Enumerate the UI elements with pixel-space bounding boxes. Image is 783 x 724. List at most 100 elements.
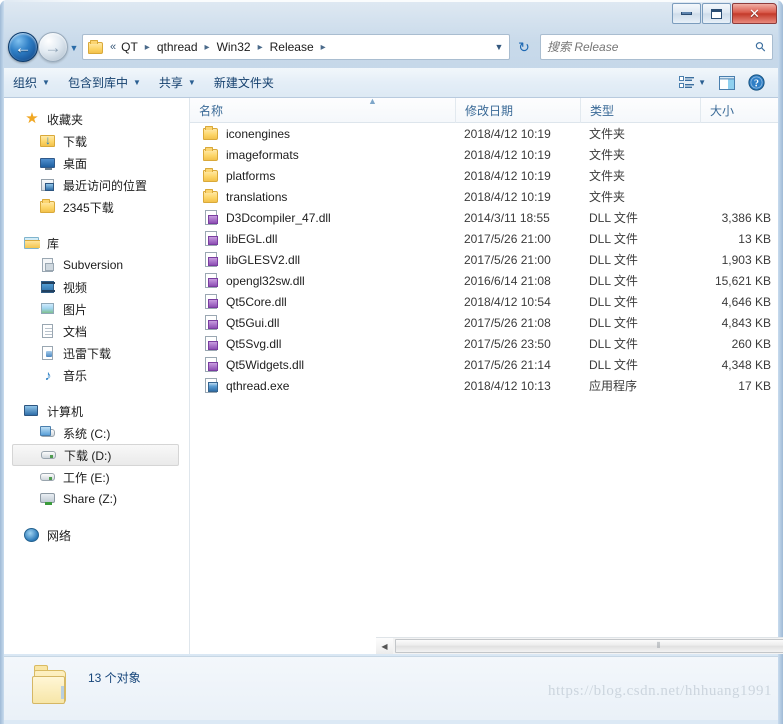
table-row[interactable]: libGLESV2.dll 2017/5/26 21:00 DLL 文件 1,903 … (190, 249, 778, 270)
scroll-left-button[interactable]: ◀ (376, 638, 393, 654)
forward-button[interactable]: → (38, 32, 68, 62)
navigation-pane[interactable]: ★ 收藏夹 下载 桌面 最近访问的位置 2345下载 (4, 98, 189, 654)
sidebar-item-pictures[interactable]: 图片 (4, 298, 189, 320)
recent-pages-dropdown[interactable]: ▼ (68, 42, 80, 54)
breadcrumb-win32[interactable]: Win32 (214, 38, 254, 56)
chevron-down-icon: ▼ (698, 78, 706, 87)
breadcrumb-qthread[interactable]: qthread (154, 38, 201, 56)
dll-file-icon (203, 251, 219, 268)
table-row[interactable]: Qt5Core.dll 2018/4/12 10:54 DLL 文件 4,646 KB (190, 291, 778, 312)
cell-size: 15,621 KB (714, 273, 771, 288)
sidebar-item-drive-c[interactable]: 系统 (C:) (4, 422, 189, 444)
sidebar-label: 收藏夹 (47, 112, 84, 127)
scrollbar-track[interactable]: ⫴ (393, 638, 783, 654)
table-row[interactable]: Qt5Svg.dll 2017/5/26 23:50 DLL 文件 260 KB (190, 333, 778, 354)
sidebar-item-network[interactable]: 网络 (4, 524, 189, 546)
sidebar-group-computer: 计算机 系统 (C:) 下载 (D:) 工作 (E:) Share (Z:) (4, 400, 189, 510)
chevron-right-icon[interactable]: ▸ (317, 42, 330, 53)
cell-name: Qt5Widgets.dll (190, 356, 455, 373)
search-input[interactable] (547, 40, 747, 54)
title-bar[interactable]: ✕ (0, 0, 783, 28)
organize-button[interactable]: 组织 ▼ (4, 70, 59, 95)
minimize-button[interactable] (672, 3, 701, 24)
sidebar-item-documents[interactable]: 文档 (4, 320, 189, 342)
dll-file-icon (203, 230, 219, 247)
cell-name: opengl32sw.dll (190, 272, 455, 289)
sidebar-label: 网络 (47, 528, 72, 543)
sidebar-item-desktop[interactable]: 桌面 (4, 152, 189, 174)
sidebar-item-recent-places[interactable]: 最近访问的位置 (4, 174, 189, 196)
file-name-label: libGLESV2.dll (226, 252, 301, 267)
cell-type: DLL 文件 (589, 274, 638, 288)
column-header-type[interactable]: 类型 (580, 97, 700, 123)
address-bar[interactable]: « QT ▸ qthread ▸ Win32 ▸ Release ▸ ▼ (82, 34, 510, 60)
breadcrumb-qt[interactable]: QT (118, 38, 141, 56)
address-history-dropdown-icon[interactable]: ▼ (491, 42, 507, 52)
horizontal-scrollbar[interactable]: ◀ ⫴ ▶ (376, 637, 783, 654)
include-in-library-button[interactable]: 包含到库中 ▼ (59, 70, 150, 95)
column-header-size[interactable]: 大小 (700, 97, 778, 123)
folder-icon (203, 167, 219, 184)
cell-type: 文件夹 (589, 127, 626, 141)
search-icon[interactable]: ⚲ (752, 38, 770, 56)
sidebar-group-favorites: ★ 收藏夹 下载 桌面 最近访问的位置 2345下载 (4, 108, 189, 218)
chevron-down-icon: ▼ (132, 78, 141, 87)
sidebar-label: 图片 (63, 302, 88, 317)
preview-pane-icon (719, 75, 735, 90)
file-name-label: D3Dcompiler_47.dll (226, 210, 331, 225)
maximize-icon (711, 8, 722, 19)
sidebar-item-videos[interactable]: 视频 (4, 276, 189, 298)
back-button[interactable]: ← (8, 32, 38, 62)
address-overflow-icon[interactable]: « (108, 41, 118, 53)
sidebar-item-2345download[interactable]: 2345下载 (4, 196, 189, 218)
file-name-label: Qt5Core.dll (226, 294, 287, 309)
table-row[interactable]: imageformats 2018/4/12 10:19 文件夹 (190, 144, 778, 165)
chevron-right-icon[interactable]: ▸ (141, 42, 154, 53)
file-list-pane[interactable]: 名称 ▲ 修改日期 类型 大小 iconengines 2018/4/12 10:… (190, 96, 783, 654)
table-row[interactable]: libEGL.dll 2017/5/26 21:00 DLL 文件 13 KB (190, 228, 778, 249)
table-row[interactable]: platforms 2018/4/12 10:19 文件夹 (190, 165, 778, 186)
search-box[interactable]: ⚲ (540, 34, 773, 60)
sidebar-item-drive-e[interactable]: 工作 (E:) (4, 466, 189, 488)
documents-icon (40, 323, 56, 339)
table-row[interactable]: Qt5Gui.dll 2017/5/26 21:08 DLL 文件 4,843 KB (190, 312, 778, 333)
organize-label: 组织 (13, 76, 38, 90)
column-header-name[interactable]: 名称 ▲ (190, 96, 455, 123)
table-row[interactable]: iconengines 2018/4/12 10:19 文件夹 (190, 123, 778, 144)
change-view-button[interactable]: ▼ (674, 73, 711, 93)
sidebar-item-xunlei-download[interactable]: 迅雷下载 (4, 342, 189, 364)
new-folder-label: 新建文件夹 (213, 76, 274, 90)
scrollbar-thumb[interactable]: ⫴ (395, 639, 783, 653)
share-button[interactable]: 共享 ▼ (150, 70, 205, 95)
new-folder-button[interactable]: 新建文件夹 (205, 70, 283, 95)
sidebar-item-libraries[interactable]: 库 (4, 232, 189, 254)
file-rows: iconengines 2018/4/12 10:19 文件夹 imageformat… (190, 123, 778, 396)
table-row[interactable]: translations 2018/4/12 10:19 文件夹 (190, 186, 778, 207)
sidebar-item-downloads[interactable]: 下载 (4, 130, 189, 152)
cell-type: DLL 文件 (589, 295, 638, 309)
chevron-right-icon[interactable]: ▸ (201, 42, 214, 53)
network-drive-icon (40, 491, 56, 507)
cell-date: 2016/6/14 21:08 (464, 273, 551, 288)
sidebar-item-drive-d[interactable]: 下载 (D:) (12, 444, 179, 466)
table-row[interactable]: D3Dcompiler_47.dll 2014/3/11 18:55 DLL 文件 3… (190, 207, 778, 228)
sidebar-item-drive-z[interactable]: Share (Z:) (4, 488, 189, 510)
table-row[interactable]: Qt5Widgets.dll 2017/5/26 21:14 DLL 文件 4,348… (190, 354, 778, 375)
table-row[interactable]: opengl32sw.dll 2016/6/14 21:08 DLL 文件 15,62… (190, 270, 778, 291)
sidebar-item-music[interactable]: ♪ 音乐 (4, 364, 189, 386)
breadcrumb-release[interactable]: Release (267, 38, 317, 56)
sidebar-label: 库 (47, 236, 60, 251)
cell-date: 2018/4/12 10:54 (464, 294, 551, 309)
table-row[interactable]: qthread.exe 2018/4/12 10:13 应用程序 17 KB (190, 375, 778, 396)
sidebar-item-computer[interactable]: 计算机 (4, 400, 189, 422)
chevron-right-icon[interactable]: ▸ (254, 42, 267, 53)
sidebar-item-favorites[interactable]: ★ 收藏夹 (4, 108, 189, 130)
close-button[interactable]: ✕ (732, 3, 777, 24)
sidebar-item-subversion[interactable]: Subversion (4, 254, 189, 276)
cell-type: DLL 文件 (589, 253, 638, 267)
help-button[interactable]: ? (743, 71, 770, 94)
preview-pane-button[interactable] (713, 72, 741, 94)
refresh-button[interactable]: ↻ (512, 34, 536, 60)
maximize-button[interactable] (702, 3, 731, 24)
column-header-date[interactable]: 修改日期 (455, 97, 580, 123)
